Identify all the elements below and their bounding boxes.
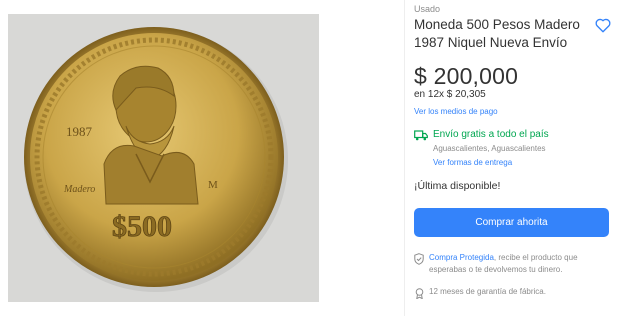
column-divider [404,0,405,316]
payment-methods-link[interactable]: Ver los medios de pago [414,107,498,116]
condition-label: Usado [414,4,441,14]
coin-image: 1987 Madero M $500 [24,27,288,292]
purchase-protection-link[interactable]: Compra Protegida [429,253,494,262]
free-shipping-label: Envío gratis a todo el país [433,129,549,140]
coin-mint-mark: M [208,179,218,191]
product-gallery: 1987 Madero M $500 [0,0,329,316]
purchase-protection-text: Compra Protegida, recibe el producto que… [429,252,614,276]
truck-icon [414,128,428,141]
coin-year: 1987 [66,124,93,139]
buy-now-button[interactable]: Comprar ahorita [414,208,609,237]
ribbon-icon [414,286,425,300]
warranty-text: 12 meses de garantía de fábrica. [429,287,546,296]
product-photo[interactable]: 1987 Madero M $500 [8,14,319,302]
shield-icon [414,252,424,265]
product-title: Moneda 500 Pesos Madero 1987 Niquel Nuev… [414,17,580,50]
purchase-panel: Usado Moneda 500 Pesos Madero 1987 Nique… [414,0,614,316]
shipping-options-link[interactable]: Ver formas de entrega [433,158,512,167]
installments-text: en 12x $ 20,305 [414,89,486,100]
coin-name: Madero [63,184,95,195]
shipping-location: Aguascalientes, Aguascalientes [433,144,546,153]
stock-label: ¡Última disponible! [414,180,501,192]
price: $ 200,000 [414,63,519,89]
heart-icon[interactable] [594,16,612,34]
coin-value: $500 [112,210,172,243]
